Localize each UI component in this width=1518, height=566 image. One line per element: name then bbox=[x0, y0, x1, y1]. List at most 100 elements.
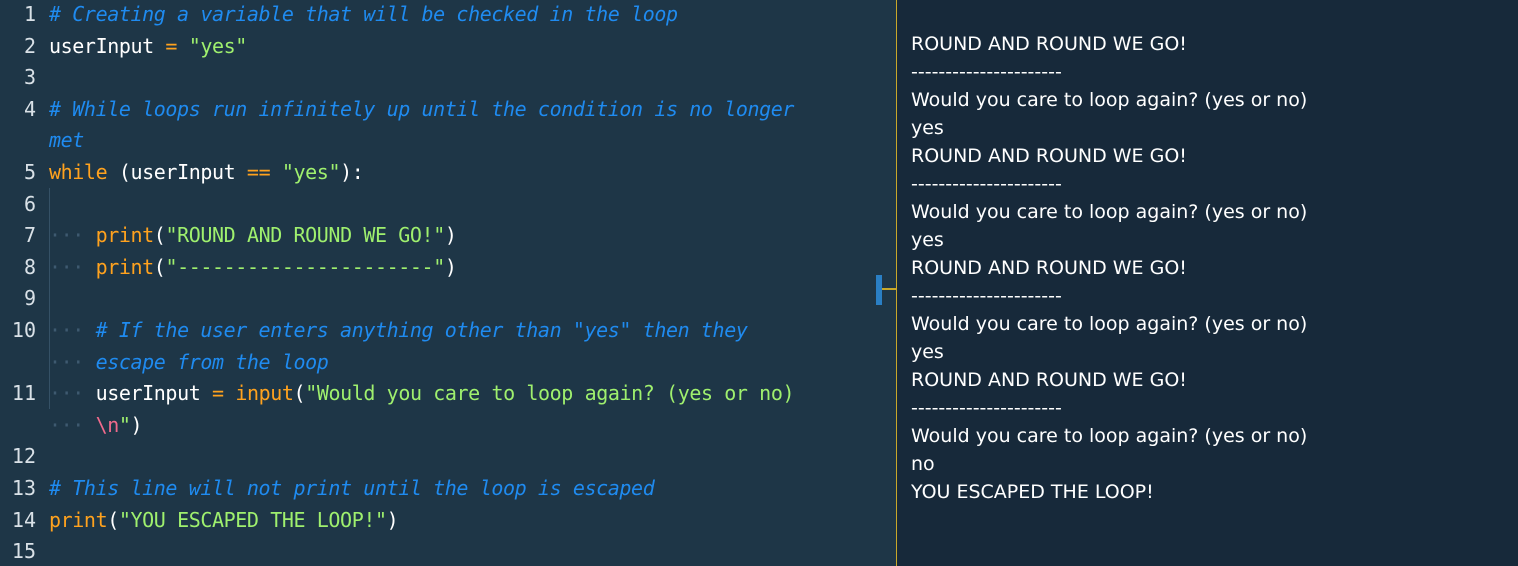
code-line[interactable]: 9 bbox=[0, 282, 896, 314]
console-line: yes bbox=[911, 341, 944, 363]
line-number: 8 bbox=[23, 254, 36, 279]
code-function: print bbox=[95, 223, 155, 248]
code-text: ( bbox=[107, 507, 119, 532]
code-line[interactable]: 3 bbox=[0, 61, 896, 93]
code-function: input bbox=[235, 381, 294, 406]
line-number: 3 bbox=[23, 65, 36, 90]
code-line-content: print("YOU ESCAPED THE LOOP!") bbox=[49, 504, 399, 536]
code-line[interactable]: 13 # This line will not print until the l… bbox=[0, 472, 896, 504]
code-line-content: ··· print("ROUND AND ROUND WE GO!") bbox=[49, 219, 457, 251]
code-line[interactable]: 15 bbox=[0, 535, 896, 566]
console-line: ROUND AND ROUND WE GO! bbox=[911, 33, 1187, 55]
code-text: ) bbox=[444, 223, 457, 248]
code-function: print bbox=[49, 507, 108, 532]
line-number: 6 bbox=[23, 191, 36, 216]
console-line: ---------------------- bbox=[911, 61, 1062, 83]
code-text: ( bbox=[153, 254, 166, 279]
code-operator: = bbox=[165, 33, 178, 58]
code-text: userInput bbox=[49, 33, 166, 58]
code-operator: = bbox=[212, 381, 224, 406]
code-line[interactable]: 5 while (userInput == "yes"): bbox=[0, 156, 896, 188]
line-number: 4 bbox=[23, 96, 36, 121]
console-line: ROUND AND ROUND WE GO! bbox=[911, 257, 1187, 279]
console-line: ---------------------- bbox=[911, 173, 1062, 195]
code-line-content: # While loops run infinitely up until th… bbox=[49, 93, 794, 125]
code-line-content: ··· print("----------------------") bbox=[49, 251, 457, 283]
line-number: 10 bbox=[11, 318, 36, 342]
splitter-handle[interactable] bbox=[876, 275, 882, 305]
indent-whitespace: ··· bbox=[49, 349, 96, 374]
code-comment: # While loops run infinitely up until th… bbox=[49, 96, 795, 121]
console-line: Would you care to loop again? (yes or no… bbox=[911, 313, 1308, 335]
code-string: "ROUND AND ROUND WE GO!" bbox=[165, 223, 445, 248]
line-number: 1 bbox=[23, 2, 36, 26]
code-line[interactable]: 6 bbox=[0, 188, 896, 220]
code-line[interactable]: 11 ··· userInput = input("Would you care … bbox=[0, 377, 896, 409]
indent-guide bbox=[49, 187, 50, 409]
line-number: 9 bbox=[23, 286, 36, 311]
code-text: ( bbox=[153, 223, 166, 248]
code-keyword: while bbox=[49, 160, 108, 184]
code-string: "YOU ESCAPED THE LOOP!" bbox=[118, 507, 387, 532]
code-line[interactable]: 7 ··· print("ROUND AND ROUND WE GO!") bbox=[0, 219, 896, 251]
code-editor[interactable]: 1 # Creating a variable that will be chec… bbox=[0, 0, 896, 566]
code-line-content: ··· # If the user enters anything other … bbox=[49, 314, 748, 346]
code-function: print bbox=[95, 254, 155, 279]
code-comment: # If the user enters anything other than… bbox=[95, 318, 748, 342]
line-number: 13 bbox=[11, 476, 36, 500]
code-text: ( bbox=[293, 381, 306, 406]
code-line-content: ··· userInput = input("Would you care to… bbox=[49, 377, 795, 409]
code-line-content: # This line will not print until the loo… bbox=[49, 472, 655, 504]
code-line[interactable]: 1 # Creating a variable that will be chec… bbox=[0, 0, 896, 30]
console-line: no bbox=[911, 453, 935, 475]
code-string: "Would you care to loop again? (yes or n… bbox=[305, 381, 795, 406]
code-line-content: # Creating a variable that will be check… bbox=[49, 0, 678, 30]
indent-whitespace: ··· bbox=[49, 318, 96, 342]
line-number: 2 bbox=[23, 33, 36, 58]
console-line: Would you care to loop again? (yes or no… bbox=[911, 201, 1308, 223]
splitter-marker bbox=[882, 288, 896, 290]
line-number: 11 bbox=[11, 381, 36, 406]
console-line: ROUND AND ROUND WE GO! bbox=[911, 369, 1187, 391]
code-text: userInput bbox=[95, 381, 212, 406]
code-comment: # Creating a variable that will be check… bbox=[49, 2, 678, 26]
console-pane[interactable]: ROUND AND ROUND WE GO! ------------------… bbox=[897, 0, 1518, 566]
indent-whitespace: ··· bbox=[49, 412, 96, 437]
code-line-content: while (userInput == "yes"): bbox=[49, 156, 364, 188]
console-line: Would you care to loop again? (yes or no… bbox=[911, 89, 1308, 111]
code-string: " bbox=[118, 412, 131, 437]
code-line[interactable]: 4 # While loops run infinitely up until t… bbox=[0, 93, 896, 125]
console-line: ---------------------- bbox=[911, 397, 1062, 419]
code-line-wrap: met bbox=[49, 124, 84, 156]
indent-whitespace: ··· bbox=[49, 381, 96, 406]
code-operator: == bbox=[246, 160, 271, 184]
console-output: ROUND AND ROUND WE GO! ------------------… bbox=[911, 30, 1511, 506]
console-line: ---------------------- bbox=[911, 285, 1062, 307]
indent-whitespace: ··· bbox=[49, 223, 96, 248]
ide-window: 1 # Creating a variable that will be chec… bbox=[0, 0, 1518, 566]
code-string: "yes" bbox=[281, 160, 341, 184]
code-line[interactable]: 8 ··· print("----------------------") bbox=[0, 251, 896, 283]
code-text: (userInput bbox=[107, 160, 247, 184]
console-line: ROUND AND ROUND WE GO! bbox=[911, 145, 1187, 167]
code-string: "yes" bbox=[188, 33, 248, 58]
code-line-content: userInput = "yes" bbox=[49, 30, 247, 62]
code-line[interactable]: 10 ··· # If the user enters anything othe… bbox=[0, 314, 896, 346]
line-number: 12 bbox=[11, 444, 36, 469]
line-number: 7 bbox=[23, 223, 36, 248]
code-line[interactable]: 2 userInput = "yes" bbox=[0, 30, 896, 62]
code-text: ) bbox=[130, 412, 143, 437]
line-number: 5 bbox=[23, 160, 36, 184]
console-line: YOU ESCAPED THE LOOP! bbox=[911, 481, 1154, 503]
code-comment: met bbox=[49, 128, 84, 153]
code-line[interactable]: 14 print("YOU ESCAPED THE LOOP!") bbox=[0, 504, 896, 536]
code-line[interactable]: 12 bbox=[0, 440, 896, 472]
code-string: "----------------------" bbox=[165, 254, 445, 279]
line-number: 15 bbox=[11, 539, 36, 564]
console-line: yes bbox=[911, 117, 944, 139]
code-text: ) bbox=[444, 254, 457, 279]
code-line-wrap: ··· \n") bbox=[49, 409, 143, 441]
